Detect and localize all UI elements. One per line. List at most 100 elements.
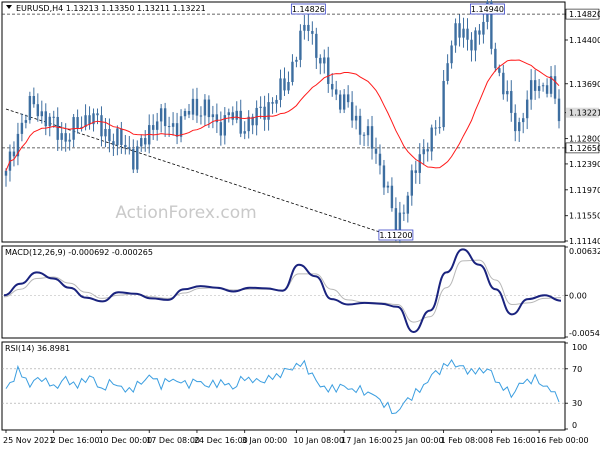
candle-body xyxy=(163,108,167,127)
price-title: EURUSD,H4 1.13213 1.13350 1.13211 1.1322… xyxy=(16,4,206,13)
candle-body xyxy=(474,30,477,51)
candle-body xyxy=(263,106,266,120)
candle-body xyxy=(283,78,286,91)
candle-body xyxy=(458,23,461,38)
candle-body xyxy=(454,23,457,46)
candle-body xyxy=(267,102,270,120)
candle-body xyxy=(537,86,541,91)
candle-body xyxy=(155,121,159,130)
candle-body xyxy=(32,96,36,105)
candle-body xyxy=(4,170,8,176)
candle-body xyxy=(323,57,326,64)
candle-body xyxy=(183,111,187,117)
rsi-tick-label: 70 xyxy=(572,365,582,374)
candle-body xyxy=(470,39,473,51)
x-tick-label: 3 Jan 00:00 xyxy=(242,436,288,445)
y-tick-label: 1.12390 xyxy=(569,160,600,169)
candle-body xyxy=(498,68,501,73)
candle-body xyxy=(195,98,199,116)
price-annotation: 1.14826 xyxy=(290,3,326,15)
candle-body xyxy=(358,115,362,135)
candle-body xyxy=(231,112,234,120)
candle-body xyxy=(104,128,107,137)
candle-body xyxy=(56,116,59,140)
candle-body xyxy=(12,151,16,157)
candle-body xyxy=(370,126,374,149)
candle-body xyxy=(327,57,330,84)
candle-body xyxy=(553,76,557,99)
candle-body xyxy=(24,120,28,123)
x-tick-label: 25 Jan 00:00 xyxy=(393,436,444,445)
candle-body xyxy=(295,59,298,62)
y-tick-label: 1.11140 xyxy=(569,237,600,246)
candle-body xyxy=(52,116,55,118)
candle-body xyxy=(319,57,322,64)
candle-body xyxy=(48,116,51,127)
candle-body xyxy=(434,127,437,129)
candle-body xyxy=(44,111,47,127)
background xyxy=(0,0,600,450)
candle-body xyxy=(151,125,155,130)
candle-body xyxy=(271,102,274,104)
candle-body xyxy=(426,149,429,152)
candle-body xyxy=(382,165,386,188)
candle xyxy=(28,91,32,124)
candle-body xyxy=(68,139,71,142)
x-tick-label: 2 Dec 16:00 xyxy=(51,436,100,445)
candle-body xyxy=(132,148,135,170)
candle-body xyxy=(247,116,250,132)
candle-body xyxy=(342,94,346,110)
candle-body xyxy=(418,154,421,173)
candle-body xyxy=(207,99,211,118)
candle-body xyxy=(410,170,414,196)
candle-body xyxy=(171,123,175,127)
candle-body xyxy=(414,170,417,173)
candle-body xyxy=(430,127,433,152)
candle-body xyxy=(557,98,561,122)
x-tick-label: 16 Feb 00:00 xyxy=(536,436,588,445)
candle-body xyxy=(20,122,24,134)
candle-body xyxy=(545,85,549,94)
candle-body xyxy=(211,114,215,118)
candle-body xyxy=(518,122,521,132)
candle-body xyxy=(299,30,302,60)
y-tick-label: 1.13221 xyxy=(569,109,600,118)
candle-body xyxy=(76,117,79,129)
candle-body xyxy=(446,63,449,81)
macd-tick-label: 0.00 xyxy=(569,291,587,300)
candle-body xyxy=(510,91,513,113)
x-tick-label: 25 Nov 2021 xyxy=(3,436,54,445)
candle-body xyxy=(378,153,382,166)
rsi-tick-label: 100 xyxy=(572,343,587,352)
candle-body xyxy=(533,80,537,91)
candle-body xyxy=(191,98,195,115)
candle-body xyxy=(136,146,139,170)
candle-body xyxy=(227,112,230,116)
candle-body xyxy=(506,91,509,95)
x-tick-label: 1 Feb 08:00 xyxy=(441,436,488,445)
candle-body xyxy=(525,99,529,119)
candle-body xyxy=(478,30,481,35)
candle-body xyxy=(362,134,366,136)
macd-tick-label: -0.005455 xyxy=(569,329,600,338)
x-tick-label: 17 Jan 16:00 xyxy=(341,436,392,445)
candle-body xyxy=(36,104,40,117)
candle-body xyxy=(60,133,63,140)
candle-body xyxy=(482,21,485,35)
rsi-tick-label: 0 xyxy=(572,421,577,430)
candle-body xyxy=(442,80,445,128)
watermark: ActionForex.com xyxy=(115,203,256,223)
candle-body xyxy=(438,127,441,129)
candle-body xyxy=(514,112,517,132)
candle-body xyxy=(450,45,453,64)
y-tick-label: 1.14400 xyxy=(569,36,600,45)
candle-body xyxy=(140,138,143,147)
annotation-label: 1.14940 xyxy=(471,5,504,14)
x-tick-label: 10 Dec 00:00 xyxy=(98,436,152,445)
x-tick-label: 8 Feb 16:00 xyxy=(488,436,535,445)
candle-body xyxy=(108,128,111,142)
candle-body xyxy=(346,94,350,103)
candle-body xyxy=(366,126,370,136)
candle-body xyxy=(315,33,318,58)
candle-body xyxy=(307,24,310,31)
